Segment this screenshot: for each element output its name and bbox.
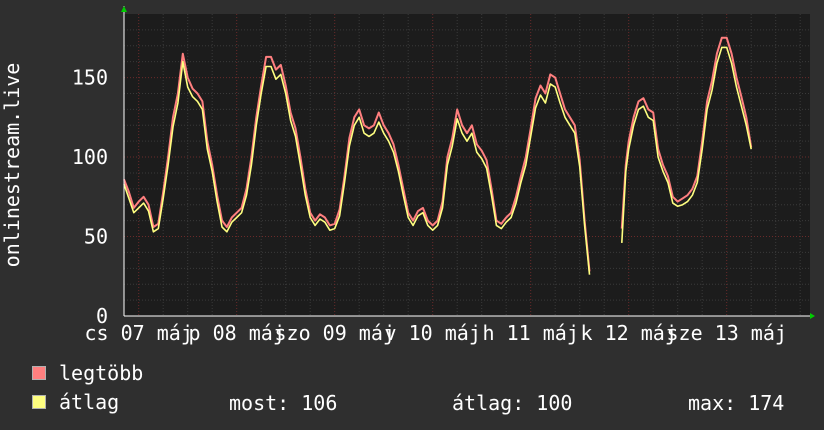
legend-item-max: legtöbb [32,361,144,385]
x-tick-label: szo 09 máj [274,321,394,345]
x-tick-label: sze 13 máj [666,321,786,345]
x-tick-label: h 11 máj [483,321,579,345]
legend-swatch-max [32,366,46,380]
x-tick-labels: cs 07 májp 08 májszo 09 májv 10 máj h 11 … [85,321,787,345]
legend-label-average: átlag [59,390,120,414]
x-tick-label: p 08 máj [189,321,285,345]
x-tick-label: k 12 máj [581,321,677,345]
y-axis-label: onlinestream.live [0,63,24,268]
legend-item-average: átlag [32,390,120,414]
y-axis-arrow [121,6,127,12]
stat-max: max: 174 [688,391,785,415]
legend-label-max: legtöbb [59,361,144,385]
x-axis-arrow [810,313,815,319]
y-tick-labels: 050100150 [72,66,108,328]
x-tick-label: v 10 máj [385,321,481,345]
x-tick-label: cs 07 máj [85,321,193,345]
plot-area [124,14,810,316]
y-tick-label: 100 [72,145,108,169]
y-tick-label: 50 [84,225,108,249]
stat-current: most: 106 [229,391,338,415]
y-tick-label: 150 [72,66,108,90]
stat-average: átlag: 100 [452,391,573,415]
legend-swatch-average [32,395,46,409]
